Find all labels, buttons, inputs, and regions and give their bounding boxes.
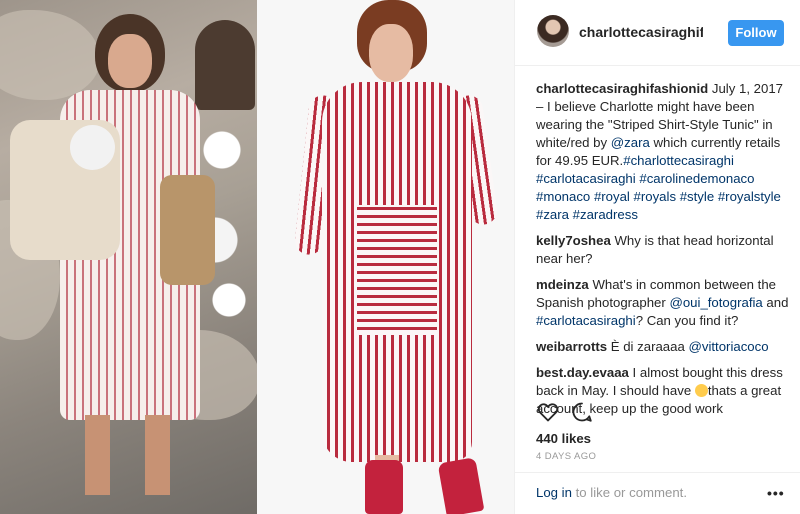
- hashtag-link[interactable]: #style: [680, 189, 714, 204]
- comment-username[interactable]: kelly7oshea: [536, 233, 611, 248]
- login-prompt: Log in to like or comment.: [536, 485, 687, 500]
- likes-count[interactable]: 440 likes: [536, 431, 591, 446]
- dress-sash: [357, 205, 437, 335]
- comment-list: charlottecasiraghifashionid July 1, 2017…: [536, 80, 792, 426]
- post-timestamp: 4 DAYS AGO: [536, 451, 597, 462]
- mention-link[interactable]: @oui_fotografia: [669, 295, 762, 310]
- login-link[interactable]: Log in: [536, 485, 572, 500]
- follow-button[interactable]: Follow: [728, 20, 784, 46]
- mention-link[interactable]: @vittoriacoco: [688, 339, 768, 354]
- post-side-panel: charlottecasiraghifashionid Follow charl…: [514, 0, 800, 514]
- post-header: charlottecasiraghifashionid Follow: [515, 0, 800, 66]
- comment-username[interactable]: weibarrotts: [536, 339, 607, 354]
- comment-text: ? Can you find it?: [635, 313, 739, 328]
- caption: charlottecasiraghifashionid July 1, 2017…: [536, 80, 792, 224]
- post-photo[interactable]: [0, 0, 514, 514]
- straw-bag: [160, 175, 215, 285]
- hashtag-link[interactable]: #zara: [536, 207, 569, 222]
- comment-icon[interactable]: [570, 400, 594, 424]
- comment: weibarrotts È di zaraaaa @vittoriacoco: [536, 338, 792, 356]
- comment: kelly7oshea Why is that head horizontal …: [536, 232, 792, 268]
- action-bar: [536, 400, 792, 426]
- avatar[interactable]: [537, 15, 569, 47]
- hashtag-link[interactable]: #zaradress: [573, 207, 638, 222]
- rock: [0, 10, 100, 100]
- heart-icon[interactable]: [536, 400, 560, 424]
- red-boot: [437, 457, 485, 514]
- background-person: [195, 20, 255, 110]
- comment-username[interactable]: best.day.evaaa: [536, 365, 629, 380]
- hashtag-link[interactable]: #royals: [634, 189, 677, 204]
- red-boot: [365, 460, 403, 514]
- comment-text: È di zaraaaa: [610, 339, 689, 354]
- comment-text: and: [762, 295, 789, 310]
- hashtag-link[interactable]: #charlottecasiraghi: [623, 153, 734, 168]
- woman-legs: [85, 415, 175, 495]
- hashtag-link[interactable]: #carolinedemonaco: [639, 171, 754, 186]
- baby-head: [70, 125, 115, 170]
- photo-product: [257, 0, 514, 514]
- hashtag-link[interactable]: #royalstyle: [718, 189, 781, 204]
- hashtag-link[interactable]: #carlotacasiraghi: [536, 313, 636, 328]
- login-prompt-text: to like or comment.: [571, 485, 687, 500]
- comment: mdeinza What's in common between the Spa…: [536, 276, 792, 330]
- photo-paparazzi: [0, 0, 257, 514]
- model-face: [369, 24, 413, 82]
- caption-username[interactable]: charlottecasiraghifashionid: [536, 81, 708, 96]
- hashtag-link[interactable]: #monaco: [536, 189, 590, 204]
- post-footer: Log in to like or comment. •••: [515, 472, 800, 514]
- username-link[interactable]: charlottecasiraghifashionid: [579, 24, 703, 40]
- more-options-icon[interactable]: •••: [767, 485, 785, 501]
- woman-face: [108, 34, 152, 88]
- mention-link[interactable]: @zara: [611, 135, 650, 150]
- hashtag-link[interactable]: #carlotacasiraghi: [536, 171, 636, 186]
- smile-emoji-icon: [694, 384, 708, 397]
- comment-username[interactable]: mdeinza: [536, 277, 589, 292]
- hashtag-link[interactable]: #royal: [594, 189, 630, 204]
